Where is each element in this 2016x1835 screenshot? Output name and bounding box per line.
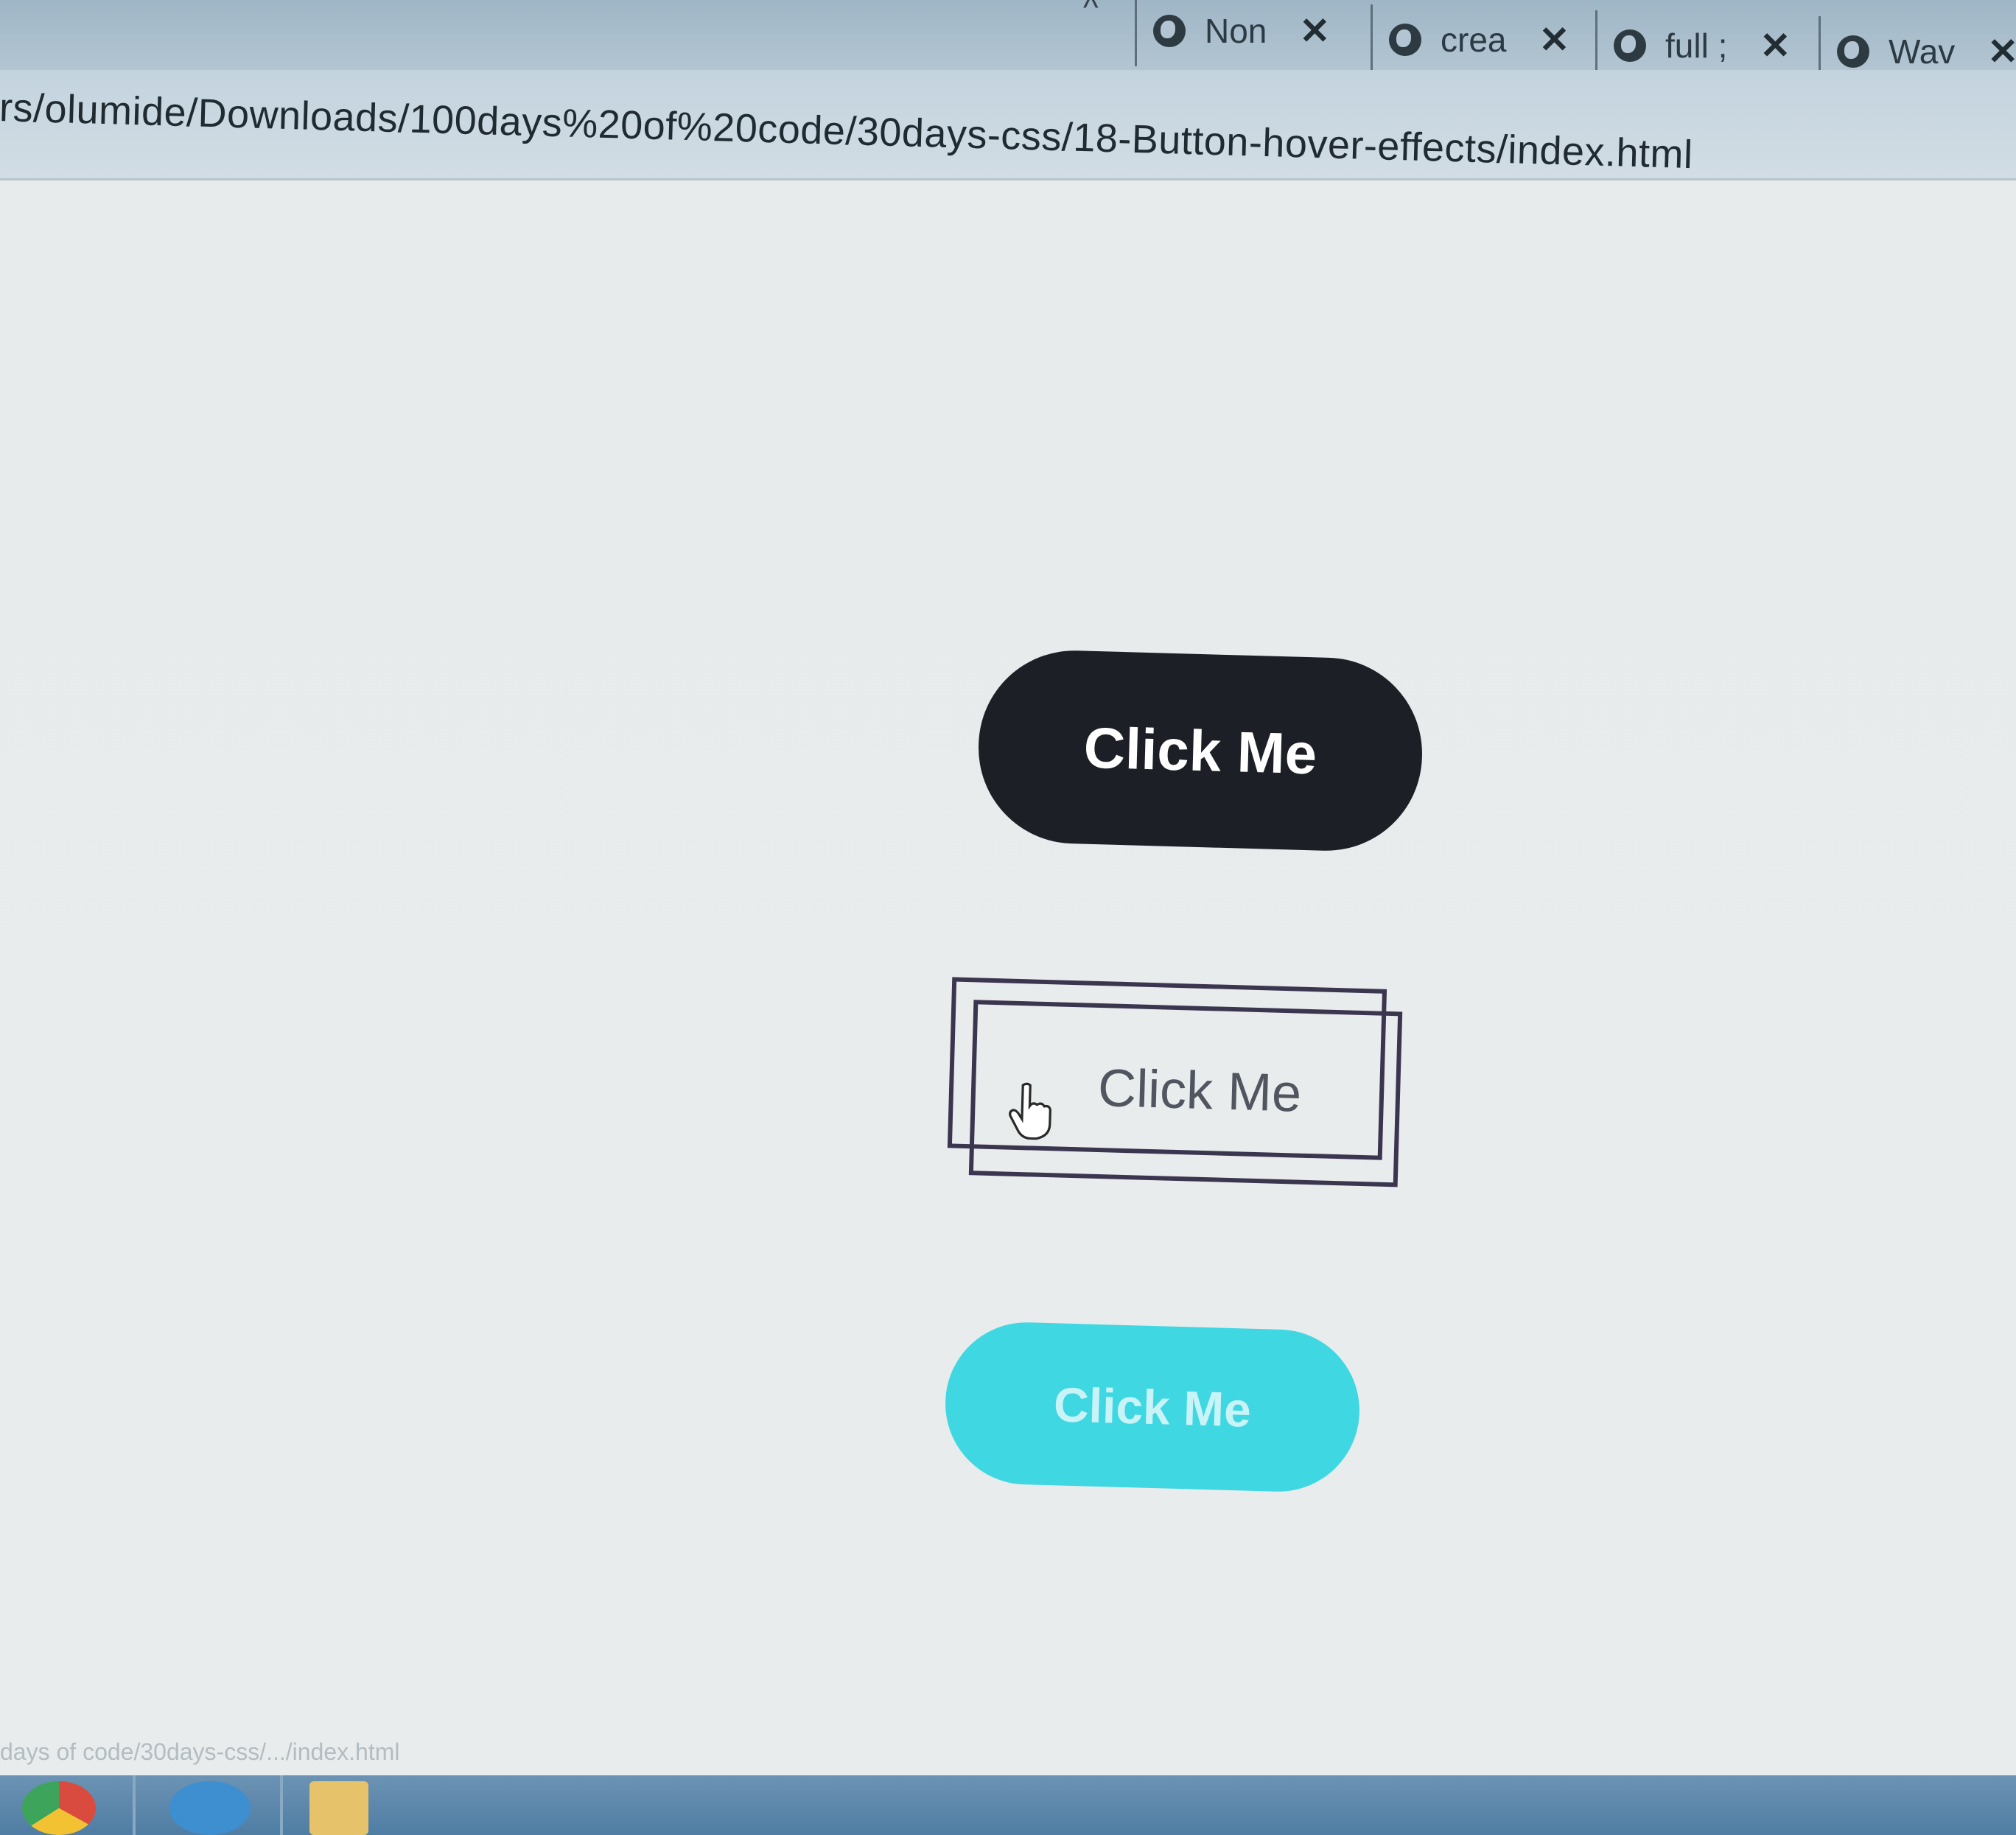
- chrome-icon[interactable]: [22, 1781, 96, 1835]
- tab-label: full ;: [1665, 27, 1728, 65]
- globe-icon: [1389, 24, 1421, 56]
- globe-icon: [1837, 35, 1869, 68]
- tab-crea[interactable]: crea ✕: [1371, 4, 1586, 75]
- taskbar-divider: [133, 1775, 136, 1835]
- status-bar: days of code/30days-css/.../index.html: [0, 1738, 400, 1765]
- close-icon[interactable]: ✕: [1299, 10, 1330, 52]
- close-icon[interactable]: ✕: [1987, 30, 2016, 73]
- close-icon[interactable]: ✕: [1539, 18, 1569, 61]
- close-icon[interactable]: ✕: [1760, 24, 1791, 67]
- hand-pointer-icon: [1009, 1082, 1051, 1140]
- tab-strip: ^ Non ✕ crea ✕ full ; ✕ Wav ✕: [0, 0, 2016, 87]
- click-me-button-outline-group[interactable]: Click Me: [946, 977, 1409, 1210]
- address-bar[interactable]: rs/olumide/Downloads/100days%20of%20code…: [0, 70, 2016, 180]
- globe-icon: [1153, 15, 1186, 47]
- globe-icon: [1614, 29, 1646, 62]
- url-text[interactable]: rs/olumide/Downloads/100days%20of%20code…: [0, 85, 1693, 178]
- taskbar: [0, 1775, 2016, 1835]
- folder-icon[interactable]: [309, 1781, 368, 1835]
- ie-icon[interactable]: [169, 1781, 251, 1835]
- taskbar-divider: [280, 1775, 283, 1835]
- tab-label: Wav: [1889, 32, 1956, 71]
- click-me-button-cyan[interactable]: Click Me: [943, 1320, 1362, 1494]
- tab-label: crea: [1441, 21, 1507, 59]
- tab-non[interactable]: Non ✕: [1135, 0, 1346, 66]
- click-me-button-dark[interactable]: Click Me: [976, 648, 1425, 854]
- tab-overflow-arrow[interactable]: ^: [1083, 0, 1099, 27]
- screen: ^ Non ✕ crea ✕ full ; ✕ Wav ✕ rs/olumide…: [0, 0, 2016, 1835]
- tab-label: Non: [1205, 12, 1267, 50]
